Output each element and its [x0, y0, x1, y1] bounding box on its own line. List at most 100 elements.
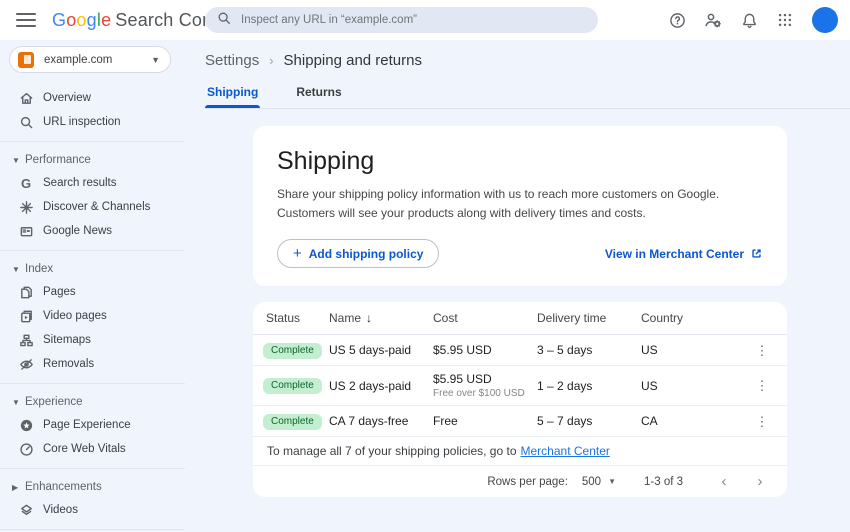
view-in-merchant-center-link[interactable]: View in Merchant Center	[605, 247, 763, 261]
logo-letter: g	[87, 10, 97, 30]
divider	[0, 468, 185, 469]
home-icon	[18, 90, 34, 106]
note-text: To manage all 7 of your shipping policie…	[267, 444, 517, 458]
discover-spark-icon	[18, 199, 34, 215]
col-country: Country	[641, 311, 751, 325]
search-input[interactable]	[241, 14, 586, 26]
sidebar-section-performance[interactable]: ▼ Performance	[0, 149, 185, 171]
tab-returns[interactable]: Returns	[294, 81, 343, 108]
sidebar-item-google-news[interactable]: Google News	[0, 219, 185, 243]
description-line: Share your shipping policy information w…	[277, 185, 763, 204]
chevron-down-icon: ▼	[12, 398, 22, 407]
pages-icon	[18, 284, 34, 300]
logo-letter: o	[76, 10, 86, 30]
logo-letter: e	[101, 10, 111, 30]
cost-note: Free over $100 USD	[433, 388, 537, 399]
merchant-center-link[interactable]: Merchant Center	[521, 444, 610, 458]
help-icon[interactable]	[668, 11, 686, 29]
tab-bar: Shipping Returns	[205, 81, 850, 109]
col-name-label: Name	[329, 311, 361, 325]
table-row: Complete US 5 days-paid $5.95 USD 3 – 5 …	[253, 335, 787, 366]
sidebar-item-overview[interactable]: Overview	[0, 86, 185, 110]
chevron-down-icon: ▼	[608, 477, 616, 486]
property-name: example.com	[44, 54, 151, 66]
sidebar-section-experience[interactable]: ▼ Experience	[0, 391, 185, 413]
divider	[0, 383, 185, 384]
sidebar-item-sitemaps[interactable]: Sitemaps	[0, 328, 185, 352]
search-icon	[217, 11, 231, 30]
description-line: Customers will see your products along w…	[277, 204, 763, 223]
sidebar-item-core-web-vitals[interactable]: Core Web Vitals	[0, 437, 185, 461]
rows-per-page-value: 500	[582, 476, 601, 488]
add-button-label: Add shipping policy	[309, 247, 424, 261]
logo-letter: G	[52, 10, 66, 30]
table-header-row: Status Name↓ Cost Delivery time Country	[253, 302, 787, 335]
sidebar-item-videos[interactable]: Videos	[0, 498, 185, 522]
page-experience-icon	[18, 417, 34, 433]
rows-per-page-select[interactable]: 500 ▼	[582, 476, 616, 488]
next-page-icon[interactable]: ›	[749, 473, 771, 490]
manage-policies-note: To manage all 7 of your shipping policie…	[253, 437, 787, 466]
chevron-right-icon: ▶	[12, 483, 22, 492]
status-badge: Complete	[263, 414, 322, 430]
add-shipping-policy-button[interactable]: + Add shipping policy	[277, 239, 439, 268]
sidebar-item-removals[interactable]: Removals	[0, 352, 185, 376]
chevron-down-icon: ▼	[12, 265, 22, 274]
sidebar-item-video-pages[interactable]: Video pages	[0, 304, 185, 328]
logo-letter: o	[66, 10, 76, 30]
sidebar-item-page-experience[interactable]: Page Experience	[0, 413, 185, 437]
url-inspect-searchbar[interactable]	[205, 7, 598, 33]
col-name[interactable]: Name ↓	[329, 311, 433, 325]
speedometer-icon	[18, 441, 34, 457]
apps-grid-icon[interactable]	[776, 11, 794, 29]
tab-shipping[interactable]: Shipping	[205, 81, 260, 108]
shipping-policies-table: Status Name↓ Cost Delivery time Country …	[253, 302, 787, 497]
domain-property-icon	[18, 52, 34, 68]
account-avatar[interactable]	[812, 7, 838, 33]
row-menu-icon[interactable]: ⋮	[751, 379, 773, 392]
policy-delivery: 5 – 7 days	[537, 414, 641, 428]
sidebar-section-enhancements[interactable]: ▶ Enhancements	[0, 476, 185, 498]
policy-name: CA 7 days-free	[329, 414, 433, 428]
breadcrumb-current: Shipping and returns	[284, 52, 422, 69]
policy-delivery: 3 – 5 days	[537, 343, 641, 357]
sitemap-icon	[18, 332, 34, 348]
merchant-link-label: View in Merchant Center	[605, 247, 744, 261]
notifications-bell-icon[interactable]	[740, 11, 758, 29]
panel-description: Share your shipping policy information w…	[277, 185, 763, 222]
pagination-range: 1-3 of 3	[644, 476, 683, 488]
sort-descending-icon: ↓	[366, 311, 372, 325]
page-title: Shipping	[277, 147, 763, 176]
sidebar: example.com ▼ Overview URL inspection ▼ …	[0, 40, 185, 532]
news-icon	[18, 223, 34, 239]
sidebar-item-discover-channels[interactable]: Discover & Channels	[0, 195, 185, 219]
col-status: Status	[263, 311, 329, 325]
breadcrumb-settings[interactable]: Settings	[205, 52, 259, 69]
menu-icon[interactable]	[16, 13, 36, 27]
chevron-down-icon: ▼	[12, 156, 22, 165]
table-row: Complete CA 7 days-free Free 5 – 7 days …	[253, 406, 787, 437]
external-link-icon	[750, 247, 763, 260]
table-row: Complete US 2 days-paid $5.95 USD Free o…	[253, 366, 787, 406]
row-menu-icon[interactable]: ⋮	[751, 344, 773, 357]
row-menu-icon[interactable]: ⋮	[751, 415, 773, 428]
policy-country: CA	[641, 414, 751, 428]
policy-country: US	[641, 343, 751, 357]
previous-page-icon[interactable]: ‹	[713, 473, 735, 490]
divider	[0, 529, 185, 530]
sidebar-item-pages[interactable]: Pages	[0, 280, 185, 304]
property-selector[interactable]: example.com ▼	[9, 46, 171, 73]
search-icon	[18, 114, 34, 130]
sidebar-section-index[interactable]: ▼ Index	[0, 258, 185, 280]
sidebar-item-search-results[interactable]: G Search results	[0, 171, 185, 195]
policy-name: US 5 days-paid	[329, 343, 433, 357]
status-badge: Complete	[263, 343, 322, 359]
sidebar-item-url-inspection[interactable]: URL inspection	[0, 110, 185, 134]
divider	[0, 141, 185, 142]
policy-name: US 2 days-paid	[329, 379, 433, 393]
sidebar-nav: Overview URL inspection ▼ Performance G …	[0, 86, 185, 532]
plus-icon: +	[293, 246, 302, 261]
policy-cost: $5.95 USD	[433, 343, 537, 357]
user-settings-icon[interactable]	[704, 11, 722, 29]
chevron-down-icon: ▼	[151, 55, 160, 65]
